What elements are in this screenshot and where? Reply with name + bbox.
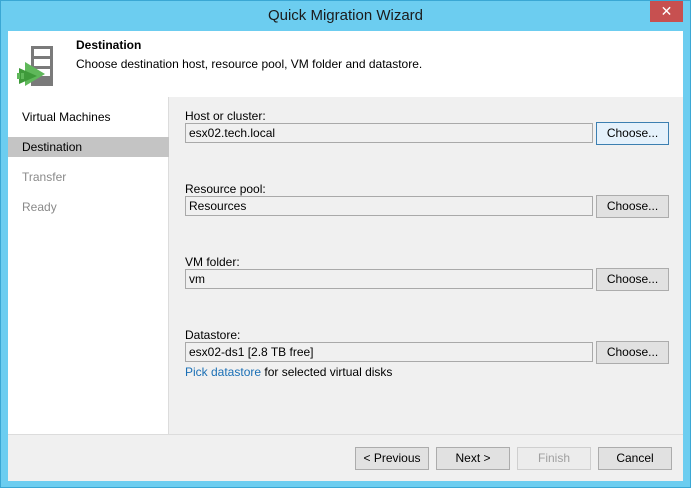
header-description: Choose destination host, resource pool, …: [76, 57, 423, 71]
wizard-window: Quick Migration Wizard ✕ Destination Cho…: [0, 0, 691, 488]
step-transfer: Transfer: [22, 170, 67, 184]
pool-label: Resource pool:: [185, 182, 266, 196]
step-destination[interactable]: Destination: [8, 137, 169, 157]
wizard-footer: < Previous Next > Finish Cancel: [8, 434, 683, 481]
pick-datastore-link[interactable]: Pick datastore: [185, 365, 261, 379]
cancel-button[interactable]: Cancel: [598, 447, 672, 470]
close-button[interactable]: ✕: [650, 1, 683, 22]
resource-pool-field[interactable]: Resources: [185, 196, 593, 216]
wizard-steps: Virtual Machines Destination Transfer Re…: [8, 97, 169, 434]
window-title: Quick Migration Wizard: [267, 7, 424, 24]
next-button[interactable]: Next >: [436, 447, 510, 470]
previous-button[interactable]: < Previous: [355, 447, 429, 470]
datastore-label: Datastore:: [185, 328, 241, 342]
step-ready: Ready: [22, 200, 57, 214]
step-virtual-machines[interactable]: Virtual Machines: [8, 107, 169, 127]
host-field[interactable]: esx02.tech.local: [185, 123, 593, 143]
choose-datastore-button[interactable]: Choose...: [596, 341, 669, 364]
header-title: Destination: [76, 38, 142, 52]
wizard-header: Destination Choose destination host, res…: [8, 31, 683, 97]
choose-host-button[interactable]: Choose...: [596, 122, 669, 145]
destination-form: Host or cluster: esx02.tech.local Choose…: [170, 97, 683, 434]
choose-pool-button[interactable]: Choose...: [596, 195, 669, 218]
pick-datastore-text: for selected virtual disks: [261, 365, 393, 379]
title-bar[interactable]: Quick Migration Wizard ✕: [1, 1, 690, 31]
choose-folder-button[interactable]: Choose...: [596, 268, 669, 291]
finish-button: Finish: [517, 447, 591, 470]
datastore-field[interactable]: esx02-ds1 [2.8 TB free]: [185, 342, 593, 362]
pick-datastore-row: Pick datastore for selected virtual disk…: [185, 365, 392, 379]
migration-icon: [17, 46, 53, 86]
vm-folder-field[interactable]: vm: [185, 269, 593, 289]
host-label: Host or cluster:: [185, 109, 266, 123]
folder-label: VM folder:: [185, 255, 240, 269]
wizard-body: Destination Choose destination host, res…: [8, 31, 683, 481]
